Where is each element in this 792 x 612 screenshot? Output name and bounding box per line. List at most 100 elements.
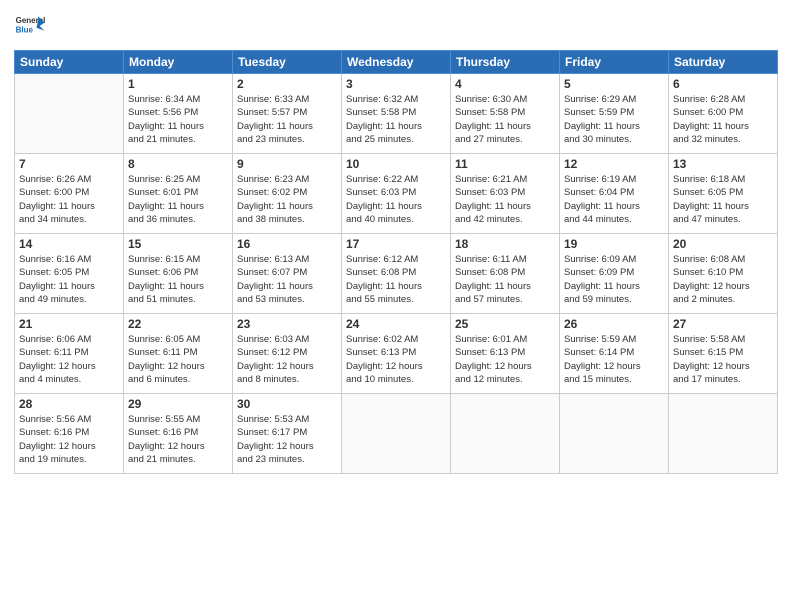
day-info: Sunrise: 6:25 AM Sunset: 6:01 PM Dayligh… (128, 173, 228, 226)
day-info: Sunrise: 6:06 AM Sunset: 6:11 PM Dayligh… (19, 333, 119, 386)
day-info: Sunrise: 5:56 AM Sunset: 6:16 PM Dayligh… (19, 413, 119, 466)
day-number: 10 (346, 157, 446, 171)
header-tuesday: Tuesday (233, 51, 342, 74)
calendar-cell: 15 Sunrise: 6:15 AM Sunset: 6:06 PM Dayli… (124, 234, 233, 314)
header-monday: Monday (124, 51, 233, 74)
day-info: Sunrise: 6:08 AM Sunset: 6:10 PM Dayligh… (673, 253, 773, 306)
day-number: 3 (346, 77, 446, 91)
day-number: 30 (237, 397, 337, 411)
day-number: 21 (19, 317, 119, 331)
day-number: 6 (673, 77, 773, 91)
day-info: Sunrise: 5:55 AM Sunset: 6:16 PM Dayligh… (128, 413, 228, 466)
calendar-cell: 19Sunrise: 6:09 AM Sunset: 6:09 PM Dayli… (560, 234, 669, 314)
calendar-week-row: 14 Sunrise: 6:16 AM Sunset: 6:05 PM Dayli… (15, 234, 778, 314)
day-number: 24 (346, 317, 446, 331)
calendar-cell (342, 394, 451, 474)
calendar-cell: 24 Sunrise: 6:02 AM Sunset: 6:13 PM Dayli… (342, 314, 451, 394)
day-number: 18 (455, 237, 555, 251)
day-info: Sunrise: 6:09 AM Sunset: 6:09 PM Dayligh… (564, 253, 664, 306)
day-number: 7 (19, 157, 119, 171)
logo-icon: General Blue (14, 10, 46, 42)
calendar-cell: 20 Sunrise: 6:08 AM Sunset: 6:10 PM Dayli… (669, 234, 778, 314)
day-info: Sunrise: 6:18 AM Sunset: 6:05 PM Dayligh… (673, 173, 773, 226)
day-number: 28 (19, 397, 119, 411)
day-number: 2 (237, 77, 337, 91)
svg-text:Blue: Blue (16, 25, 34, 34)
header-sunday: Sunday (15, 51, 124, 74)
calendar-cell: 10 Sunrise: 6:22 AM Sunset: 6:03 PM Dayli… (342, 154, 451, 234)
day-info: Sunrise: 5:59 AM Sunset: 6:14 PM Dayligh… (564, 333, 664, 386)
day-info: Sunrise: 5:58 AM Sunset: 6:15 PM Dayligh… (673, 333, 773, 386)
day-info: Sunrise: 6:21 AM Sunset: 6:03 PM Dayligh… (455, 173, 555, 226)
day-number: 4 (455, 77, 555, 91)
day-info: Sunrise: 6:33 AM Sunset: 5:57 PM Dayligh… (237, 93, 337, 146)
calendar-cell: 30 Sunrise: 5:53 AM Sunset: 6:17 PM Dayli… (233, 394, 342, 474)
calendar-week-row: 21 Sunrise: 6:06 AM Sunset: 6:11 PM Dayli… (15, 314, 778, 394)
day-info: Sunrise: 6:32 AM Sunset: 5:58 PM Dayligh… (346, 93, 446, 146)
calendar-cell: 28 Sunrise: 5:56 AM Sunset: 6:16 PM Dayli… (15, 394, 124, 474)
calendar-cell (669, 394, 778, 474)
day-info: Sunrise: 6:26 AM Sunset: 6:00 PM Dayligh… (19, 173, 119, 226)
day-info: Sunrise: 6:16 AM Sunset: 6:05 PM Dayligh… (19, 253, 119, 306)
day-info: Sunrise: 6:19 AM Sunset: 6:04 PM Dayligh… (564, 173, 664, 226)
calendar-cell: 4 Sunrise: 6:30 AM Sunset: 5:58 PM Daylig… (451, 74, 560, 154)
day-number: 25 (455, 317, 555, 331)
calendar-cell: 13 Sunrise: 6:18 AM Sunset: 6:05 PM Dayli… (669, 154, 778, 234)
calendar-cell: 6 Sunrise: 6:28 AM Sunset: 6:00 PM Daylig… (669, 74, 778, 154)
day-info: Sunrise: 6:34 AM Sunset: 5:56 PM Dayligh… (128, 93, 228, 146)
day-info: Sunrise: 6:03 AM Sunset: 6:12 PM Dayligh… (237, 333, 337, 386)
header-saturday: Saturday (669, 51, 778, 74)
day-info: Sunrise: 6:02 AM Sunset: 6:13 PM Dayligh… (346, 333, 446, 386)
calendar-cell: 9Sunrise: 6:23 AM Sunset: 6:02 PM Daylig… (233, 154, 342, 234)
calendar-cell: 17 Sunrise: 6:12 AM Sunset: 6:08 PM Dayli… (342, 234, 451, 314)
calendar-cell: 25Sunrise: 6:01 AM Sunset: 6:13 PM Dayli… (451, 314, 560, 394)
calendar-table: SundayMondayTuesdayWednesdayThursdayFrid… (14, 50, 778, 474)
calendar-cell: 2 Sunrise: 6:33 AM Sunset: 5:57 PM Daylig… (233, 74, 342, 154)
logo: General Blue (14, 10, 46, 42)
calendar-cell: 29Sunrise: 5:55 AM Sunset: 6:16 PM Dayli… (124, 394, 233, 474)
calendar-cell: 12Sunrise: 6:19 AM Sunset: 6:04 PM Dayli… (560, 154, 669, 234)
day-number: 17 (346, 237, 446, 251)
calendar-cell: 18 Sunrise: 6:11 AM Sunset: 6:08 PM Dayli… (451, 234, 560, 314)
day-info: Sunrise: 6:13 AM Sunset: 6:07 PM Dayligh… (237, 253, 337, 306)
calendar-cell: 5Sunrise: 6:29 AM Sunset: 5:59 PM Daylig… (560, 74, 669, 154)
day-number: 14 (19, 237, 119, 251)
calendar-cell: 21 Sunrise: 6:06 AM Sunset: 6:11 PM Dayli… (15, 314, 124, 394)
calendar-header-row: SundayMondayTuesdayWednesdayThursdayFrid… (15, 51, 778, 74)
header: General Blue (14, 10, 778, 42)
day-number: 9 (237, 157, 337, 171)
calendar-cell: 16 Sunrise: 6:13 AM Sunset: 6:07 PM Dayli… (233, 234, 342, 314)
day-number: 13 (673, 157, 773, 171)
day-info: Sunrise: 6:11 AM Sunset: 6:08 PM Dayligh… (455, 253, 555, 306)
day-number: 11 (455, 157, 555, 171)
calendar-cell: 22 Sunrise: 6:05 AM Sunset: 6:11 PM Dayli… (124, 314, 233, 394)
day-info: Sunrise: 6:15 AM Sunset: 6:06 PM Dayligh… (128, 253, 228, 306)
day-number: 20 (673, 237, 773, 251)
day-info: Sunrise: 6:28 AM Sunset: 6:00 PM Dayligh… (673, 93, 773, 146)
day-info: Sunrise: 6:12 AM Sunset: 6:08 PM Dayligh… (346, 253, 446, 306)
calendar-cell: 27 Sunrise: 5:58 AM Sunset: 6:15 PM Dayli… (669, 314, 778, 394)
day-number: 22 (128, 317, 228, 331)
calendar-cell: 1Sunrise: 6:34 AM Sunset: 5:56 PM Daylig… (124, 74, 233, 154)
day-number: 27 (673, 317, 773, 331)
calendar-week-row: 7 Sunrise: 6:26 AM Sunset: 6:00 PM Daylig… (15, 154, 778, 234)
calendar-cell: 23 Sunrise: 6:03 AM Sunset: 6:12 PM Dayli… (233, 314, 342, 394)
calendar-cell: 7 Sunrise: 6:26 AM Sunset: 6:00 PM Daylig… (15, 154, 124, 234)
calendar-week-row: 1Sunrise: 6:34 AM Sunset: 5:56 PM Daylig… (15, 74, 778, 154)
day-info: Sunrise: 6:05 AM Sunset: 6:11 PM Dayligh… (128, 333, 228, 386)
day-info: Sunrise: 6:22 AM Sunset: 6:03 PM Dayligh… (346, 173, 446, 226)
calendar-cell (560, 394, 669, 474)
day-info: Sunrise: 5:53 AM Sunset: 6:17 PM Dayligh… (237, 413, 337, 466)
calendar-cell: 3 Sunrise: 6:32 AM Sunset: 5:58 PM Daylig… (342, 74, 451, 154)
header-friday: Friday (560, 51, 669, 74)
calendar-cell: 26 Sunrise: 5:59 AM Sunset: 6:14 PM Dayli… (560, 314, 669, 394)
day-info: Sunrise: 6:29 AM Sunset: 5:59 PM Dayligh… (564, 93, 664, 146)
day-number: 26 (564, 317, 664, 331)
day-number: 15 (128, 237, 228, 251)
day-number: 23 (237, 317, 337, 331)
day-number: 8 (128, 157, 228, 171)
day-info: Sunrise: 6:30 AM Sunset: 5:58 PM Dayligh… (455, 93, 555, 146)
header-thursday: Thursday (451, 51, 560, 74)
day-number: 16 (237, 237, 337, 251)
calendar-week-row: 28 Sunrise: 5:56 AM Sunset: 6:16 PM Dayli… (15, 394, 778, 474)
